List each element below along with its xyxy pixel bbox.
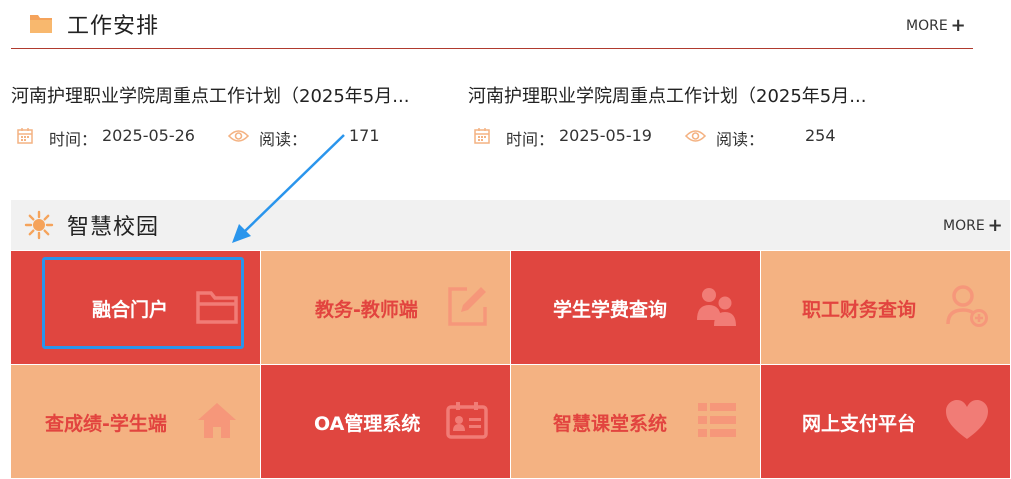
list-icon: [698, 403, 736, 437]
read-count: 171: [349, 126, 380, 145]
tile-smart-classroom[interactable]: 智慧课堂系统: [511, 365, 760, 478]
plus-icon: +: [987, 215, 1003, 236]
edit-icon: [448, 287, 487, 326]
tile-label: 智慧课堂系统: [553, 413, 668, 435]
news-title-link[interactable]: 河南护理职业学院周重点工作计划（2025年5月...: [468, 82, 913, 108]
work-section-header: 工作安排 MORE +: [11, 0, 973, 49]
eye-icon: [228, 130, 249, 142]
highlight-box: [42, 257, 244, 349]
folder-icon: [30, 15, 52, 33]
tile-label: 网上支付平台: [802, 413, 917, 435]
time-label: 时间：: [49, 130, 98, 149]
tile-grades-student[interactable]: 查成绩-学生端: [11, 365, 260, 478]
eye-icon: [685, 130, 706, 142]
users-icon: [697, 288, 736, 326]
user-add-icon: [946, 285, 988, 327]
more-label: MORE: [943, 218, 985, 234]
tile-tuition-query[interactable]: 学生学费查询: [511, 251, 760, 364]
work-section-title: 工作安排: [67, 14, 160, 39]
tile-staff-finance[interactable]: 职工财务查询: [761, 251, 1010, 364]
read-label: 阅读：: [259, 130, 308, 149]
news-title-link[interactable]: 河南护理职业学院周重点工作计划（2025年5月...: [11, 82, 456, 108]
tile-label: 教务-教师端: [315, 299, 418, 321]
tile-label: 学生学费查询: [553, 299, 668, 321]
tile-online-payment[interactable]: 网上支付平台: [761, 365, 1010, 478]
tile-academic-teacher[interactable]: 教务-教师端: [261, 251, 510, 364]
tile-label: OA管理系统: [314, 413, 421, 435]
tile-label: 查成绩-学生端: [45, 413, 167, 435]
time-value: 2025-05-26: [102, 126, 195, 145]
campus-more-link[interactable]: MORE +: [943, 215, 1003, 236]
news-item: 河南护理职业学院周重点工作计划（2025年5月... 时间： 2025-05-1…: [468, 82, 913, 149]
time-value: 2025-05-19: [559, 126, 652, 145]
id-card-icon: [446, 402, 488, 439]
news-meta: 时间： 2025-05-26 阅读： 171: [11, 126, 456, 149]
calendar-icon: [17, 128, 33, 144]
calendar-icon: [474, 128, 490, 144]
read-label: 阅读：: [716, 130, 765, 149]
heart-icon: [946, 400, 988, 439]
home-icon: [198, 403, 236, 438]
more-label: MORE: [906, 18, 948, 34]
news-item: 河南护理职业学院周重点工作计划（2025年5月... 时间： 2025-05-2…: [11, 82, 456, 149]
tile-label: 职工财务查询: [802, 299, 917, 321]
news-meta: 时间： 2025-05-19 阅读： 254: [468, 126, 913, 149]
time-label: 时间：: [506, 130, 555, 149]
tile-oa-system[interactable]: OA管理系统: [261, 365, 510, 478]
plus-icon: +: [950, 15, 966, 36]
sun-icon: [24, 210, 54, 240]
read-count: 254: [805, 126, 836, 145]
campus-section-header: 智慧校园 MORE +: [11, 200, 1010, 250]
campus-section-title: 智慧校园: [67, 215, 160, 240]
work-more-link[interactable]: MORE +: [906, 15, 966, 36]
